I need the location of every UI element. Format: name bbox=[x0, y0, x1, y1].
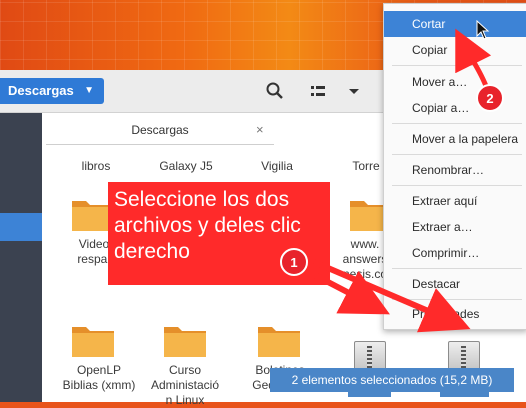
mouse-cursor-icon bbox=[476, 20, 490, 40]
step-badge-2: 2 bbox=[476, 84, 504, 112]
step-badge-1: 1 bbox=[280, 248, 308, 276]
annotation-arrows bbox=[303, 28, 492, 333]
